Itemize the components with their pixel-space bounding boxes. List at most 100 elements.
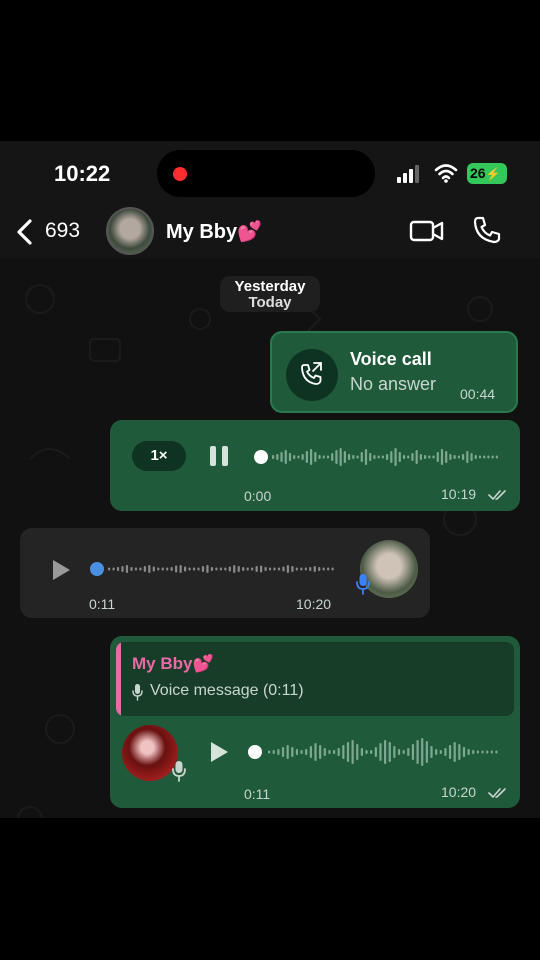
waveform-bar: [268, 750, 271, 754]
waveform-bar: [397, 749, 401, 755]
waveform-bar: [295, 567, 298, 571]
play-icon[interactable]: [50, 558, 72, 582]
contact-avatar[interactable]: [106, 207, 154, 255]
waveform-bar: [360, 748, 363, 756]
waveform-bar: [342, 745, 345, 759]
waveform-bar: [411, 744, 415, 760]
waveform-bar: [314, 452, 317, 462]
waveform-bar: [297, 455, 300, 459]
waveform-bar: [472, 750, 475, 754]
voice-message-outgoing[interactable]: 1× 0:00 10:19: [110, 420, 520, 511]
unread-count[interactable]: 693: [45, 219, 80, 243]
waveform-bar: [318, 567, 321, 571]
playhead[interactable]: [90, 562, 104, 576]
waveform-bar: [419, 454, 422, 460]
voice-waveform[interactable]: [248, 735, 502, 769]
voice-message-incoming[interactable]: 0:11 10:20: [20, 528, 430, 618]
waveform-bar: [293, 455, 296, 459]
waveform-bar: [125, 565, 129, 573]
voice-timestamp: 10:20: [441, 784, 477, 800]
waveform-bar: [365, 750, 368, 754]
waveform-bar: [379, 743, 382, 761]
wifi-icon: [434, 164, 458, 183]
waveform-bar: [301, 454, 304, 460]
waveform-bar: [415, 450, 418, 464]
play-icon[interactable]: [208, 740, 230, 764]
waveform-bar: [467, 749, 470, 755]
waveform-bar: [449, 454, 452, 460]
voice-timestamp: 10:20: [296, 596, 332, 612]
waveform-bar: [374, 747, 377, 757]
waveform-bar: [428, 455, 431, 459]
waveform-bar: [139, 567, 142, 571]
call-message-bubble[interactable]: Voice call No answer 00:44: [270, 331, 518, 413]
waveform-bar: [272, 455, 275, 459]
waveform-bar: [134, 567, 138, 571]
waveform-bar: [444, 748, 447, 756]
waveform-bar: [108, 567, 111, 571]
back-chevron-icon[interactable]: [14, 218, 36, 246]
battery-indicator: 26⚡: [467, 163, 507, 184]
waveform-bar: [495, 455, 498, 459]
waveform-bar: [474, 455, 477, 459]
waveform-bar: [197, 567, 200, 571]
status-bar: 10:22 26⚡: [0, 141, 540, 203]
waveform-bar: [476, 750, 479, 754]
waveform-bar: [255, 566, 258, 572]
battery-level: 26: [470, 165, 486, 181]
charging-bolt-icon: ⚡: [485, 167, 501, 181]
waveform-bar: [332, 750, 336, 754]
waveform-bar: [440, 449, 444, 465]
date-label-today: Today: [248, 294, 292, 311]
voice-reply-outgoing[interactable]: My Bby💕 Voice message (0:11) 0:11 10:20: [110, 636, 520, 808]
waveform-bar: [233, 565, 236, 573]
call-timestamp: 00:44: [460, 386, 496, 402]
waveform-bar: [224, 567, 227, 571]
waveform-bar: [346, 742, 350, 762]
quoted-message[interactable]: My Bby💕 Voice message (0:11): [116, 642, 514, 716]
playhead[interactable]: [248, 745, 262, 759]
waveform-bar: [470, 453, 473, 461]
waveform-bar: [439, 750, 442, 754]
waveform-bar: [377, 455, 380, 459]
pause-icon[interactable]: [208, 444, 230, 468]
call-icon-container: [286, 349, 338, 401]
phone-screen: 10:22 26⚡ 693 My Bby💕 Yesterday Today Vo…: [0, 141, 540, 818]
waveform-bar: [483, 455, 486, 459]
waveform-bar: [192, 567, 196, 571]
playback-speed-button[interactable]: 1×: [132, 441, 186, 471]
waveform-bar: [390, 451, 393, 463]
microphone-icon: [356, 574, 370, 595]
waveform-bar: [251, 567, 254, 571]
waveform-bar: [448, 745, 452, 759]
video-call-icon[interactable]: [409, 216, 445, 246]
date-label-yesterday: Yesterday: [234, 278, 306, 295]
waveform-bar: [384, 740, 387, 764]
waveform-bar: [264, 567, 267, 571]
quote-accent-bar: [116, 642, 121, 716]
waveform-bar: [148, 565, 151, 573]
waveform-bar: [175, 565, 178, 573]
waveform-bar: [462, 747, 466, 757]
waveform-bar: [116, 567, 120, 571]
waveform-bar: [457, 455, 460, 459]
waveform-bar: [478, 455, 482, 459]
waveform-bar: [432, 455, 435, 459]
voice-waveform[interactable]: [252, 442, 502, 472]
waveform-bar: [335, 450, 338, 464]
voice-call-icon[interactable]: [472, 215, 502, 245]
waveform-bar: [424, 455, 427, 459]
contact-name[interactable]: My Bby💕: [166, 219, 262, 244]
voice-waveform[interactable]: [88, 556, 338, 582]
waveform-bar: [343, 451, 346, 463]
waveform-bar: [360, 452, 363, 462]
waveform-bar: [300, 750, 303, 754]
waveform-bar: [260, 565, 263, 573]
waveform-bar: [453, 742, 456, 762]
waveform-bar: [184, 566, 187, 572]
playhead[interactable]: [254, 450, 268, 464]
waveform-bar: [286, 745, 289, 759]
waveform-bar: [276, 454, 279, 460]
waveform-bar: [430, 746, 433, 758]
waveform-bar: [291, 747, 294, 757]
